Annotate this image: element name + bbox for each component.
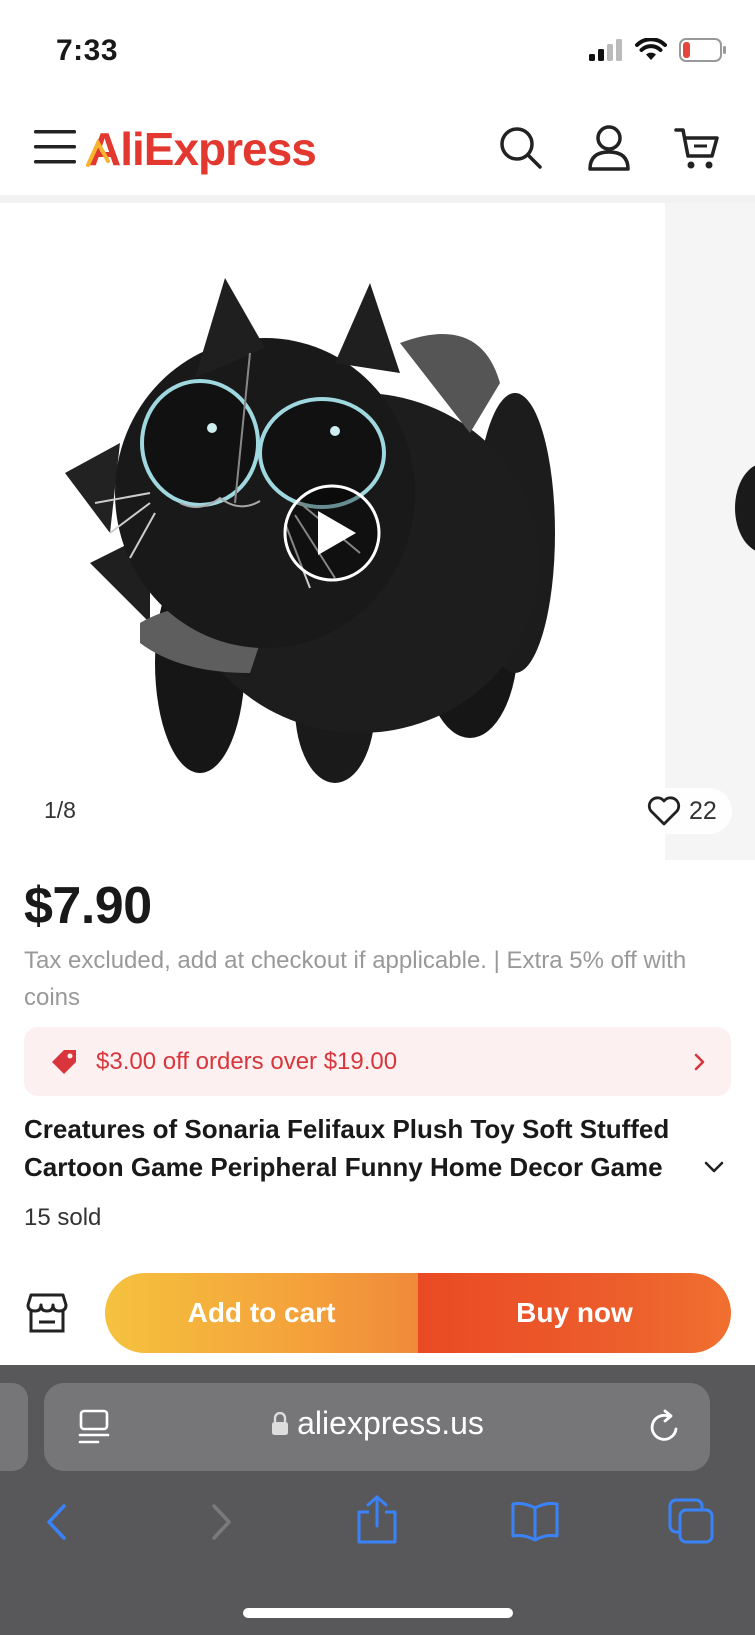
product-image[interactable] <box>0 203 665 860</box>
product-title[interactable]: Creatures of Sonaria Felifaux Plush Toy … <box>24 1110 704 1186</box>
image-counter: 1/8 <box>44 797 76 823</box>
chevron-down-icon[interactable] <box>703 1160 725 1174</box>
tax-note: Tax excluded, add at checkout if applica… <box>24 947 687 1011</box>
share-icon[interactable] <box>355 1494 399 1546</box>
cart-icon[interactable] <box>674 126 720 172</box>
url-label: aliexpress.us <box>297 1405 484 1441</box>
signal-icon <box>589 39 622 61</box>
bookmarks-icon[interactable] <box>510 1500 560 1542</box>
store-icon[interactable] <box>26 1293 68 1333</box>
next-image-peek[interactable] <box>665 203 755 860</box>
wifi-icon <box>635 38 667 60</box>
coupon-banner[interactable]: $3.00 off orders over $19.00 <box>24 1027 731 1096</box>
heart-icon <box>647 796 681 826</box>
tabs-icon[interactable] <box>668 1498 716 1546</box>
menu-icon[interactable] <box>34 130 76 164</box>
plush-cat-image <box>65 278 555 783</box>
account-icon[interactable] <box>587 124 631 172</box>
logo-swoosh-icon <box>86 138 110 167</box>
battery-icon <box>679 38 726 62</box>
tag-icon <box>52 1049 76 1074</box>
status-icons <box>589 38 727 62</box>
aliexpress-logo[interactable]: AliExpress <box>88 122 317 176</box>
sold-count: 15 sold <box>24 1204 102 1231</box>
back-icon[interactable] <box>44 1502 70 1542</box>
chevron-right-icon <box>694 1053 705 1070</box>
search-icon[interactable] <box>498 125 544 171</box>
url-text[interactable]: aliexpress.us <box>0 1405 755 1442</box>
reload-icon[interactable] <box>648 1409 682 1445</box>
status-time: 7:33 <box>56 34 119 67</box>
coupon-text: $3.00 off orders over $19.00 <box>96 1047 398 1075</box>
product-price: $7.90 <box>24 877 152 935</box>
lock-icon <box>272 1411 289 1435</box>
wishlist-button[interactable]: 22 <box>637 788 732 834</box>
likes-count: 22 <box>689 796 717 825</box>
add-to-cart-button[interactable]: Add to cart <box>105 1273 418 1353</box>
buy-now-button[interactable]: Buy now <box>418 1273 731 1353</box>
header-divider <box>0 195 755 203</box>
forward-icon <box>212 1504 231 1540</box>
home-indicator[interactable] <box>243 1608 513 1618</box>
